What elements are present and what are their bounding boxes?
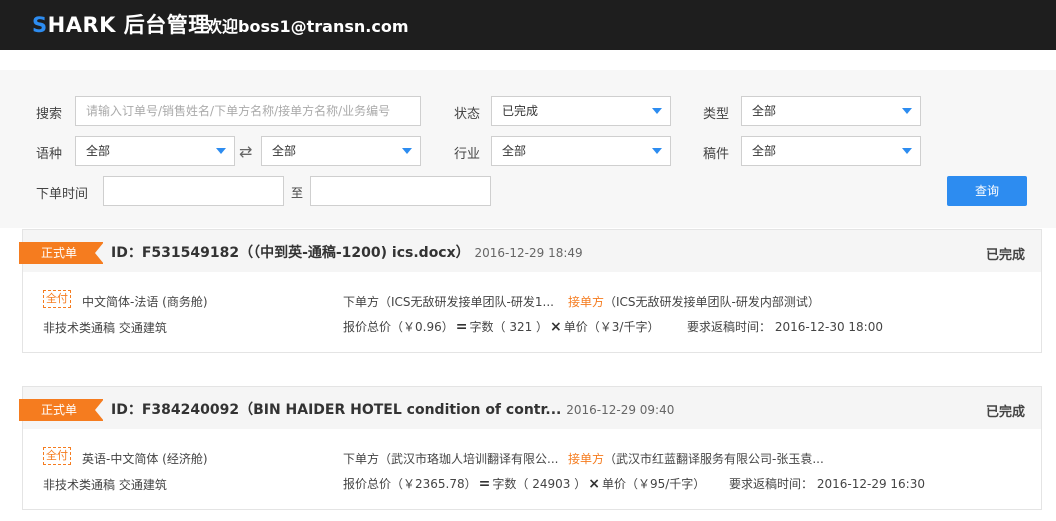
- unit-price-label: 单价: [563, 320, 588, 334]
- document-label: 稿件: [703, 147, 730, 162]
- status-select[interactable]: 已完成: [491, 96, 671, 126]
- unit-price: （￥3/千字）: [587, 320, 660, 334]
- search-input[interactable]: 请输入订单号/销售姓名/下单方名称/接单方名称/业务编号: [75, 96, 421, 126]
- order-time: 2016-12-29 09:40: [566, 403, 675, 417]
- multiply-icon: ×: [588, 476, 600, 492]
- deadline-value: 2016-12-30 18:00: [774, 320, 883, 334]
- total-price: （￥2365.78）: [391, 477, 477, 491]
- search-label: 搜索: [36, 107, 63, 122]
- price-formula: 报价总价（￥2365.78） = 字数（ 24903 ） × 单价（￥95/千字）: [343, 475, 705, 492]
- word-count-label: 字数: [492, 477, 517, 491]
- unit-price: （￥95/千字）: [625, 477, 706, 491]
- equals-icon: =: [478, 476, 491, 492]
- total-price: （￥0.96）: [391, 320, 454, 334]
- placer-label: 下单方: [343, 452, 380, 466]
- multiply-icon: ×: [550, 319, 562, 335]
- industry-select-value: 全部: [502, 144, 527, 158]
- receiver-name[interactable]: （ICS无敌研发接单团队-研发内部测试）: [604, 295, 820, 309]
- date-to-label: 至: [291, 186, 304, 200]
- industry-label: 行业: [454, 147, 481, 162]
- source-language-select[interactable]: 全部: [75, 136, 235, 166]
- unit-price-label: 单价: [601, 477, 626, 491]
- chevron-down-icon: [902, 148, 912, 154]
- brand-logo[interactable]: SHARK 后台管理: [32, 9, 210, 39]
- price-formula: 报价总价（￥0.96） = 字数（ 321 ） × 单价（￥3/千字）: [343, 318, 659, 335]
- deadline-label: 要求返稿时间：: [687, 320, 772, 334]
- receiver-info: 接单方（ICS无敌研发接单团队-研发内部测试）: [568, 293, 820, 310]
- status-label: 状态: [454, 107, 481, 122]
- language-label: 语种: [36, 147, 63, 162]
- chevron-down-icon: [652, 108, 662, 114]
- brand-letter-s: S: [32, 13, 48, 37]
- document-select[interactable]: 全部: [741, 136, 921, 166]
- total-price-label: 报价总价: [343, 320, 392, 334]
- order-date-label: 下单时间: [36, 187, 89, 202]
- target-language-value: 全部: [272, 144, 297, 158]
- document-category: 非技术类通稿 交通建筑: [43, 478, 167, 492]
- receiver-label: 接单方: [568, 295, 605, 309]
- word-count: （ 24903 ）: [516, 477, 587, 491]
- brand-title: HARK 后台管理: [47, 13, 210, 37]
- source-language-value: 全部: [86, 144, 111, 158]
- type-select-value: 全部: [752, 104, 777, 118]
- equals-icon: =: [455, 319, 468, 335]
- chevron-down-icon: [652, 148, 662, 154]
- order-type-ribbon: 正式单: [19, 242, 104, 264]
- order-id[interactable]: ID：F531549182（（中到英-通稿-1200) ics.docx） 20…: [111, 242, 583, 262]
- date-to-input[interactable]: [310, 176, 491, 206]
- receiver-info: 接单方（武汉市红蓝翻译服务有限公司-张玉袁...: [568, 450, 824, 467]
- payment-tag: 全付: [43, 290, 71, 308]
- order-id[interactable]: ID：F384240092（BIN HAIDER HOTEL condition…: [111, 399, 674, 419]
- receiver-label: 接单方: [568, 452, 605, 466]
- industry-select[interactable]: 全部: [491, 136, 671, 166]
- type-label: 类型: [703, 107, 730, 122]
- document-category: 非技术类通稿 交通建筑: [43, 321, 167, 335]
- target-language-select[interactable]: 全部: [261, 136, 421, 166]
- order-status: 已完成: [985, 405, 1025, 420]
- placer-name[interactable]: （武汉市珞珈人培训翻译有限公...: [379, 452, 558, 466]
- payment-tag: 全付: [43, 447, 71, 465]
- placer-name[interactable]: （ICS无敌研发接单团队-研发1...: [379, 295, 554, 309]
- order-card[interactable]: 正式单 ID：F531549182（（中到英-通稿-1200) ics.docx…: [19, 229, 1042, 353]
- deadline-info: 要求返稿时间： 2016-12-29 16:30: [729, 475, 925, 492]
- order-card[interactable]: 正式单 ID：F384240092（BIN HAIDER HOTEL condi…: [19, 386, 1042, 510]
- deadline-info: 要求返稿时间： 2016-12-30 18:00: [687, 318, 883, 335]
- type-select[interactable]: 全部: [741, 96, 921, 126]
- document-select-value: 全部: [752, 144, 777, 158]
- chevron-down-icon: [216, 148, 226, 154]
- placer-info: 下单方（ICS无敌研发接单团队-研发1...: [343, 293, 554, 310]
- welcome-text: 欢迎boss1@transn.com: [206, 17, 409, 36]
- deadline-label: 要求返稿时间：: [729, 477, 814, 491]
- query-button[interactable]: 查询: [947, 176, 1027, 206]
- deadline-value: 2016-12-29 16:30: [816, 477, 925, 491]
- placer-label: 下单方: [343, 295, 380, 309]
- order-status: 已完成: [985, 248, 1025, 263]
- language-pair: 英语-中文简体 (经济舱): [82, 452, 208, 466]
- order-id-text: ID：F531549182（（中到英-通稿-1200) ics.docx）: [111, 245, 470, 261]
- chevron-down-icon: [402, 148, 412, 154]
- date-from-input[interactable]: [103, 176, 284, 206]
- top-bar: SHARK 后台管理 欢迎boss1@transn.com: [0, 0, 1056, 50]
- word-count: （ 321 ）: [493, 320, 549, 334]
- language-pair: 中文简体-法语 (商务舱): [82, 295, 208, 309]
- order-type-ribbon: 正式单: [19, 399, 104, 421]
- order-time: 2016-12-29 18:49: [474, 246, 583, 260]
- receiver-name[interactable]: （武汉市红蓝翻译服务有限公司-张玉袁...: [604, 452, 824, 466]
- order-id-text: ID：F384240092（BIN HAIDER HOTEL condition…: [111, 402, 562, 418]
- status-select-value: 已完成: [502, 104, 539, 118]
- swap-languages-icon[interactable]: ⇄: [239, 142, 252, 161]
- placer-info: 下单方（武汉市珞珈人培训翻译有限公...: [343, 450, 558, 467]
- word-count-label: 字数: [469, 320, 494, 334]
- total-price-label: 报价总价: [343, 477, 392, 491]
- chevron-down-icon: [902, 108, 912, 114]
